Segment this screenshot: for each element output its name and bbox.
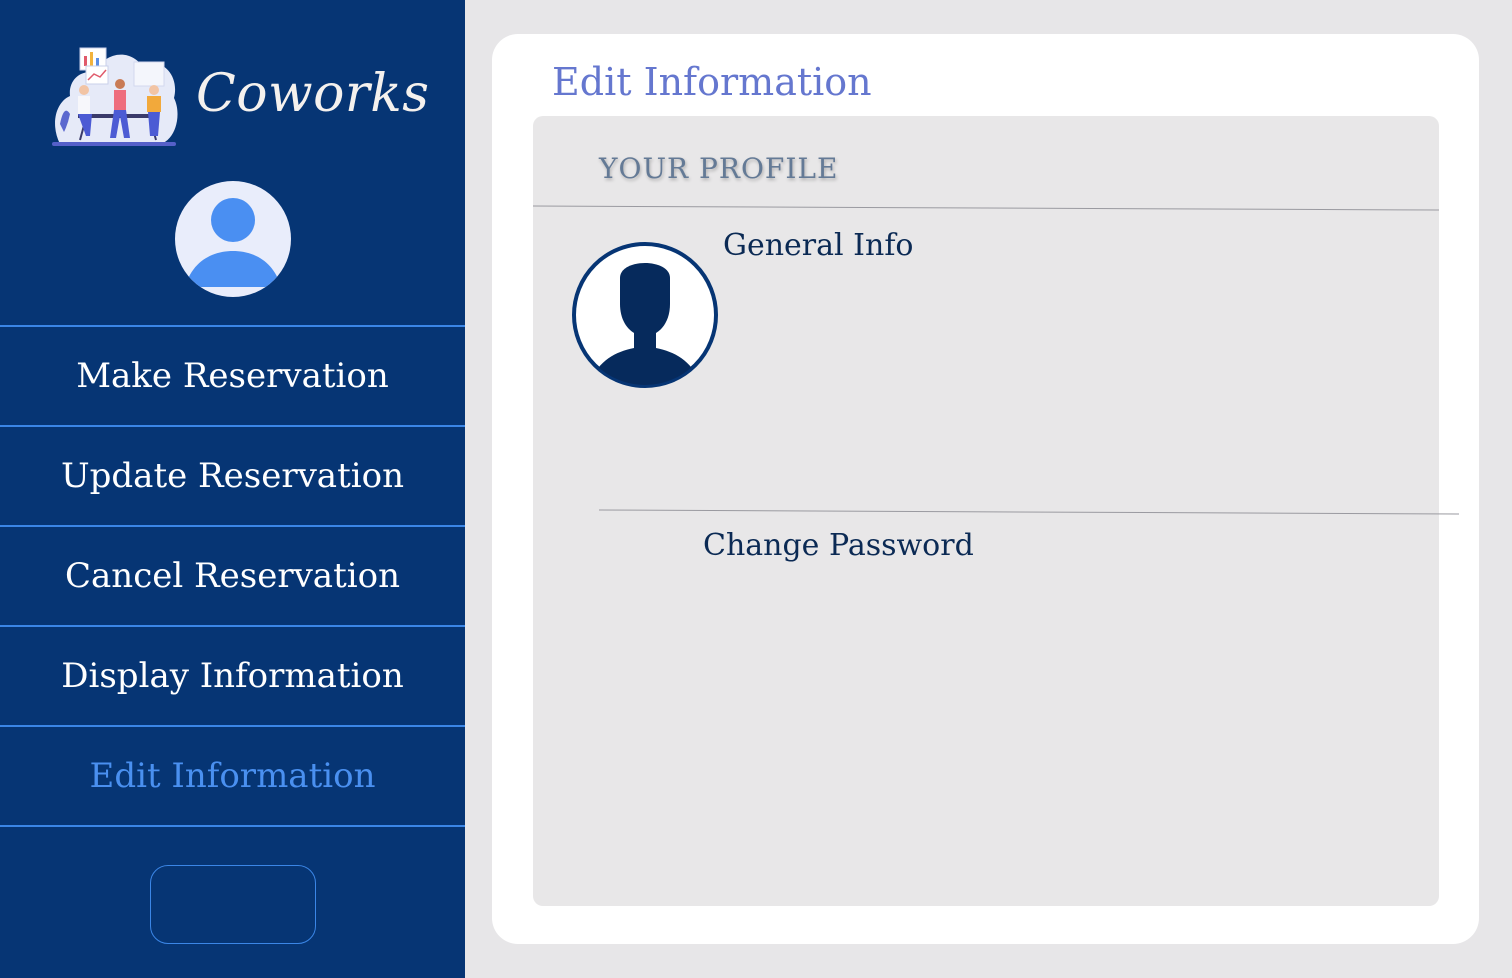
coworks-logo-illustration	[52, 47, 178, 146]
sidebar-item-display-information[interactable]: Display Information	[0, 625, 465, 725]
sidebar: Coworks Make Reservation Update Reservat…	[0, 0, 465, 978]
brand-logo[interactable]: Coworks	[50, 44, 429, 148]
sidebar-menu: Make Reservation Update Reservation Canc…	[0, 325, 465, 827]
profile-panel: YOUR PROFILE General Info Change Passwor…	[533, 116, 1460, 906]
panel-dividers	[533, 205, 1460, 515]
user-avatar-icon	[185, 198, 281, 287]
change-password-link[interactable]: Change Password	[703, 528, 974, 563]
page-title: Edit Information	[552, 60, 872, 104]
section-divider	[598, 509, 1460, 515]
main-card: Edit Information YOUR PROFILE General In…	[492, 34, 1479, 944]
brand-name: Coworks	[196, 64, 430, 124]
sidebar-item-edit-information[interactable]: Edit Information	[0, 725, 465, 827]
sidebar-item-update-reservation[interactable]: Update Reservation	[0, 425, 465, 525]
sidebar-item-make-reservation[interactable]: Make Reservation	[0, 325, 465, 425]
sidebar-item-cancel-reservation[interactable]: Cancel Reservation	[0, 525, 465, 625]
general-info-link[interactable]: General Info	[723, 228, 914, 263]
heading-divider	[533, 205, 1440, 211]
sidebar-bottom-button[interactable]	[150, 865, 316, 944]
profile-silhouette-icon[interactable]	[572, 242, 718, 388]
user-avatar[interactable]	[175, 181, 291, 297]
